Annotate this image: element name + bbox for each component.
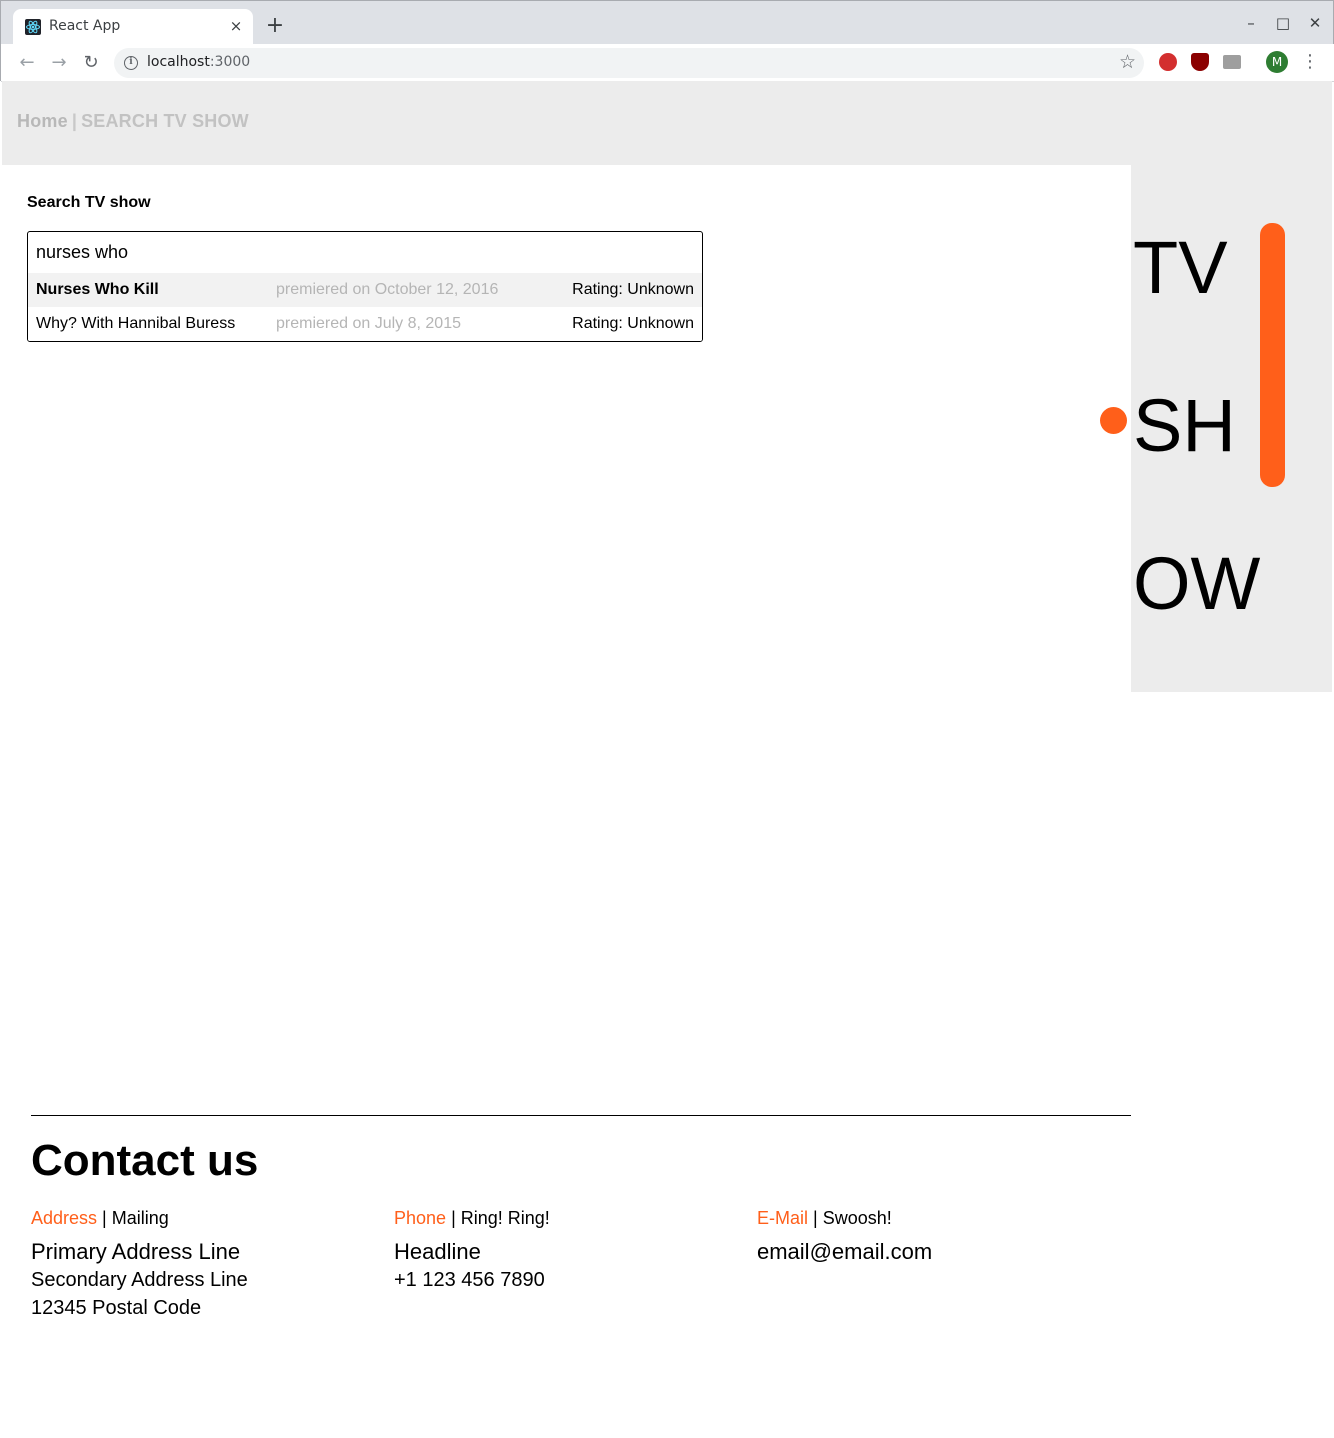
- page: Home | SEARCH TV SHOW TV SH OW Search TV s…: [2, 81, 1332, 1436]
- search-result-row[interactable]: Nurses Who Kill premiered on October 12,…: [28, 273, 702, 307]
- nav-separator: |: [71, 111, 78, 131]
- browser-chrome: React App × + – □ ✕ ← → ↻ i localhost:30…: [0, 0, 1334, 82]
- result-rating: Rating: Unknown: [572, 281, 694, 298]
- site-header: Home | SEARCH TV SHOW: [2, 81, 1332, 165]
- url-text: localhost:3000: [147, 54, 251, 70]
- forward-arrow-icon[interactable]: →: [47, 51, 71, 75]
- more-menu-icon[interactable]: ⋮: [1301, 50, 1319, 74]
- search-result-row[interactable]: Why? With Hannibal Buress premiered on J…: [28, 307, 702, 341]
- address-heading: Address | Mailing: [31, 1208, 169, 1228]
- contact-address: Address | Mailing Primary Address Line S…: [31, 1208, 248, 1321]
- search-box: Nurses Who Kill premiered on October 12,…: [27, 231, 703, 342]
- phone-headline: Headline: [394, 1239, 481, 1264]
- minimize-icon[interactable]: –: [1241, 13, 1261, 33]
- window-close-icon[interactable]: ✕: [1305, 13, 1325, 33]
- search-input[interactable]: [28, 232, 702, 272]
- side-accent-bar: [1260, 223, 1285, 487]
- back-arrow-icon[interactable]: ←: [15, 51, 39, 75]
- contact-phone: Phone | Ring! Ring! Headline +1 123 456 …: [394, 1208, 550, 1293]
- email-heading: E-Mail | Swoosh!: [757, 1208, 892, 1228]
- browser-tab[interactable]: React App ×: [13, 9, 253, 44]
- nav-current-page: SEARCH TV SHOW: [81, 111, 249, 131]
- email-address[interactable]: email@email.com: [757, 1239, 932, 1265]
- maximize-icon[interactable]: □: [1273, 13, 1293, 33]
- cast-icon[interactable]: [1223, 55, 1241, 69]
- breadcrumb: Home | SEARCH TV SHOW: [17, 111, 249, 132]
- result-rating: Rating: Unknown: [572, 315, 694, 332]
- nav-home-link[interactable]: Home: [17, 111, 68, 131]
- new-tab-button[interactable]: +: [263, 15, 287, 39]
- phone-heading: Phone | Ring! Ring!: [394, 1208, 550, 1228]
- address-line-2: Secondary Address Line: [31, 1269, 248, 1291]
- reload-icon[interactable]: ↻: [79, 51, 103, 75]
- result-name: Why? With Hannibal Buress: [36, 315, 236, 332]
- search-title: Search TV show: [27, 194, 151, 211]
- tab-close-icon[interactable]: ×: [227, 17, 245, 35]
- address-bar[interactable]: i localhost:3000 ☆: [114, 48, 1144, 78]
- tab-title: React App: [49, 18, 121, 34]
- result-premiere-date: premiered on October 12, 2016: [276, 281, 499, 298]
- side-word-3: OW: [1133, 542, 1261, 625]
- side-accent-dot: [1100, 407, 1127, 434]
- contact-title: Contact us: [31, 1136, 259, 1185]
- react-logo-icon: [25, 19, 41, 35]
- ublock-shield-icon[interactable]: [1191, 53, 1209, 71]
- phone-number[interactable]: +1 123 456 7890: [394, 1267, 550, 1293]
- bookmark-star-icon[interactable]: ☆: [1119, 51, 1136, 73]
- profile-avatar[interactable]: M: [1266, 51, 1288, 73]
- result-name: Nurses Who Kill: [36, 281, 159, 298]
- contact-email: E-Mail | Swoosh! email@email.com: [757, 1208, 932, 1265]
- info-icon[interactable]: i: [124, 56, 138, 70]
- address-line-3: 12345 Postal Code: [31, 1297, 202, 1319]
- browser-toolbar: ← → ↻ i localhost:3000 ☆ M ⋮: [1, 44, 1334, 82]
- side-word-2: SH: [1133, 384, 1236, 467]
- side-word-1: TV: [1133, 226, 1228, 309]
- result-premiere-date: premiered on July 8, 2015: [276, 315, 461, 332]
- side-panel: TV SH OW: [1131, 165, 1332, 692]
- opera-extension-icon[interactable]: [1159, 53, 1177, 71]
- footer-divider: [31, 1115, 1131, 1116]
- address-line-1: Primary Address Line: [31, 1239, 241, 1264]
